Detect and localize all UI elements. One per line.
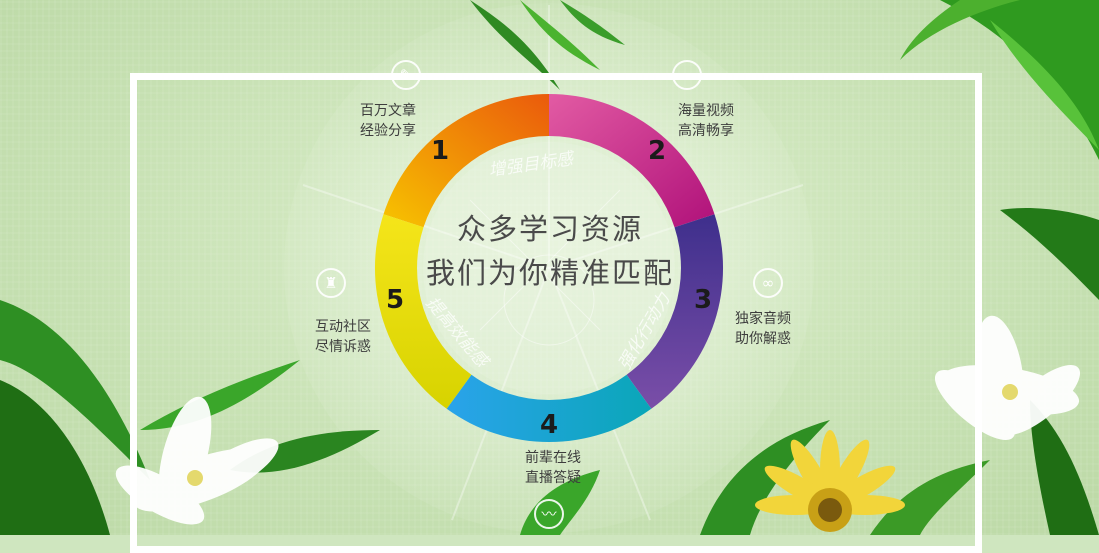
chart-icon: 〰: [534, 499, 564, 529]
pencil-icon: ✎: [391, 60, 421, 90]
label-live-line1: 前辈在线: [525, 450, 581, 466]
label-community-line2: 尽情诉惑: [315, 339, 371, 355]
label-community: 互动社区 尽情诉惑: [315, 317, 371, 357]
label-videos-line1: 海量视频: [678, 103, 734, 119]
community-icon: ♜: [316, 268, 346, 298]
label-audio-line2: 助你解惑: [735, 331, 791, 347]
label-live: 前辈在线 直播答疑: [525, 448, 581, 488]
label-live-line2: 直播答疑: [525, 470, 581, 486]
segment-number-5: 5: [386, 285, 405, 315]
label-community-line1: 互动社区: [315, 319, 371, 335]
label-videos: 海量视频 高清畅享: [678, 101, 734, 141]
label-articles-line1: 百万文章: [360, 103, 416, 119]
link-icon: ∞: [753, 268, 783, 298]
label-articles: 百万文章 经验分享: [360, 101, 416, 141]
label-audio: 独家音频 助你解惑: [735, 309, 791, 349]
label-audio-line1: 独家音频: [735, 311, 791, 327]
label-videos-line2: 高清畅享: [678, 123, 734, 139]
segment-number-4: 4: [540, 410, 559, 440]
label-articles-line2: 经验分享: [360, 123, 416, 139]
center-title-line1: 众多学习资源: [456, 212, 643, 246]
center-title-line2: 我们为你精准匹配: [425, 256, 674, 290]
center-title: 众多学习资源 我们为你精准匹配: [380, 207, 720, 295]
segment-number-3: 3: [694, 285, 713, 315]
video-icon: ▭: [672, 60, 702, 90]
segment-number-2: 2: [648, 136, 667, 166]
segment-number-1: 1: [431, 136, 450, 166]
